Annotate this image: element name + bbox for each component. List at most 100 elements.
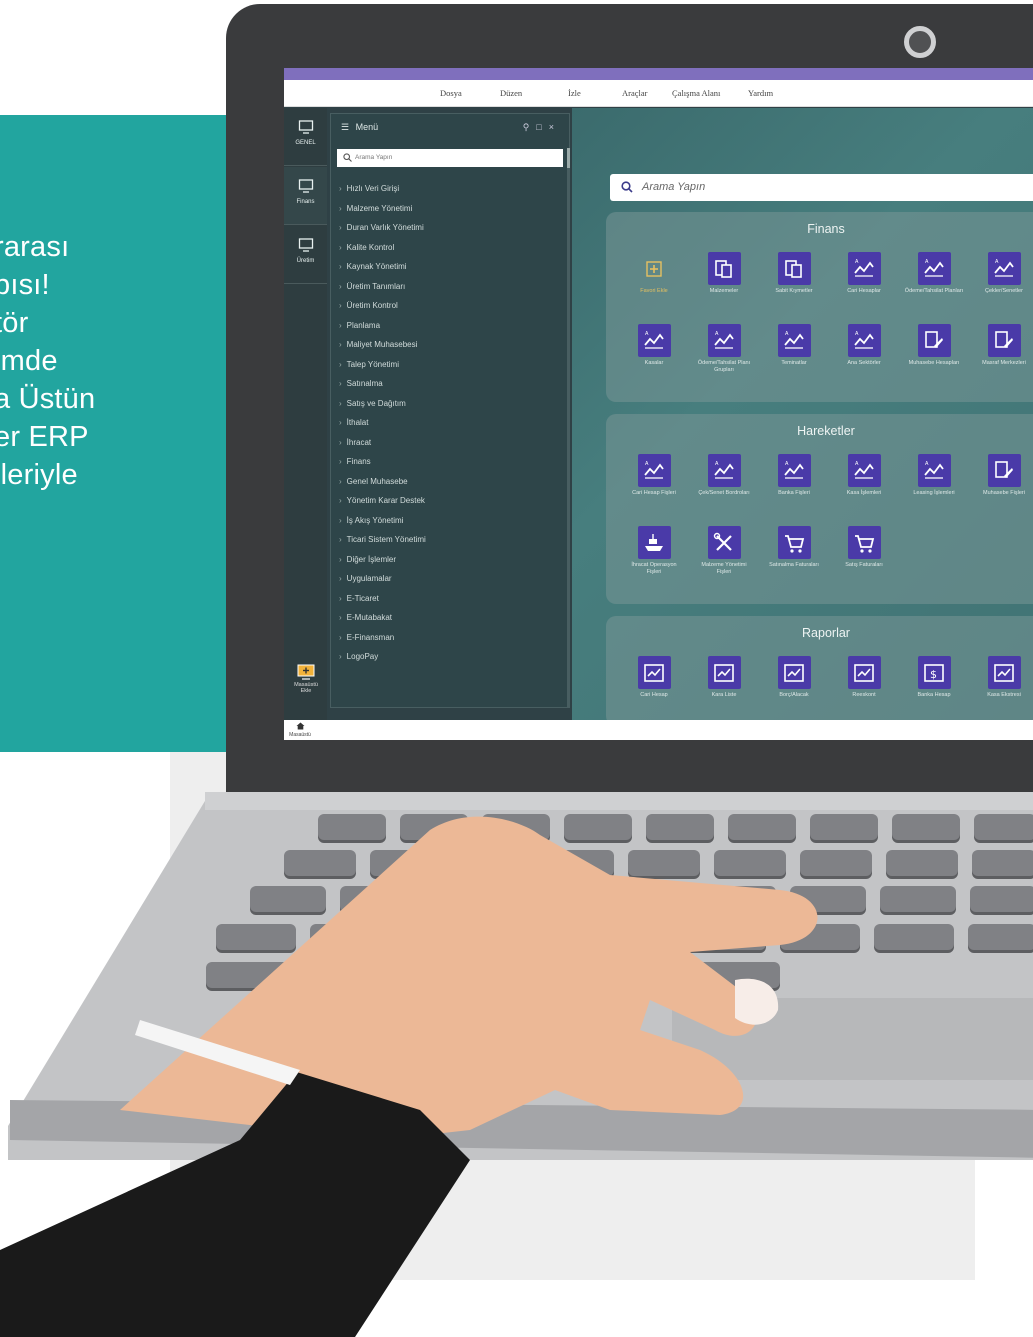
menu-dosya[interactable]: Dosya xyxy=(440,88,462,98)
app-tile[interactable]: Sabit Kıymetler xyxy=(764,252,824,295)
app-tile[interactable]: Cari Hesap xyxy=(624,656,684,699)
app-tile[interactable]: Malzemeler xyxy=(694,252,754,295)
menu-item[interactable]: › İş Akış Yönetimi xyxy=(339,511,554,531)
menu-item[interactable]: › Kalite Kontrol xyxy=(339,238,554,258)
svg-text:A: A xyxy=(645,331,649,337)
add-desktop-icon xyxy=(297,664,315,680)
tools-icon xyxy=(707,526,741,559)
panel-title: Hareketler xyxy=(797,424,855,438)
app-tile[interactable]: A Leasing İşlemleri xyxy=(904,454,964,497)
app-tile[interactable]: A Cari Hesaplar xyxy=(834,252,894,295)
menu-item[interactable]: › E-Mutabakat xyxy=(339,608,554,628)
menu-search-input[interactable]: Arama Yapın xyxy=(337,149,563,167)
hamburger-icon[interactable]: ☰ xyxy=(341,122,349,132)
chevron-right-icon: › xyxy=(339,632,342,642)
menu-item[interactable]: › Maliyet Muhasebesi xyxy=(339,335,554,355)
app-tile[interactable]: A Kasalar xyxy=(624,324,684,367)
menu-item[interactable]: › Ticari Sistem Yönetimi xyxy=(339,530,554,550)
app-tile[interactable]: Muhasebe Fişleri xyxy=(974,454,1033,497)
docs-icon xyxy=(707,252,741,285)
menu-item[interactable]: › Diğer İşlemler xyxy=(339,550,554,570)
menu-item[interactable]: › Planlama xyxy=(339,316,554,336)
menu-item[interactable]: › Kaynak Yönetimi xyxy=(339,257,554,277)
app-tile[interactable]: A Kasa İşlemleri xyxy=(834,454,894,497)
menu-item[interactable]: › LogoPay xyxy=(339,647,554,667)
svg-text:A: A xyxy=(785,331,789,337)
menu-item[interactable]: › Üretim Tanımları xyxy=(339,277,554,297)
menu-item[interactable]: › İhracat xyxy=(339,433,554,453)
chevron-right-icon: › xyxy=(339,554,342,564)
app-tile[interactable]: Favori Ekle xyxy=(624,252,684,295)
app-tile[interactable]: A Çekler/Senetler xyxy=(974,252,1033,295)
menu-item[interactable]: › Malzeme Yönetimi xyxy=(339,199,554,219)
close-icon[interactable]: × xyxy=(549,122,561,132)
app-tile[interactable]: Malzeme Yönetimi Fişleri xyxy=(694,526,754,575)
menu-yardim[interactable]: Yardım xyxy=(748,88,773,98)
menu-item[interactable]: › Satış ve Dağıtım xyxy=(339,394,554,414)
app-tile[interactable]: Borç/Alacak xyxy=(764,656,824,699)
menu-item[interactable]: › İthalat xyxy=(339,413,554,433)
desktop-search-input[interactable]: Arama Yapın xyxy=(610,174,1033,201)
menu-item[interactable]: › Duran Varlık Yönetimi xyxy=(339,218,554,238)
app-tile[interactable]: A Cari Hesap Fişleri xyxy=(624,454,684,497)
menu-duzen[interactable]: Düzen xyxy=(500,88,522,98)
menu-calisma-alani[interactable]: Çalışma Alanı xyxy=(672,88,720,98)
menu-item-label: Kalite Kontrol xyxy=(346,242,395,252)
menu-item-label: LogoPay xyxy=(346,652,379,661)
menu-scrollbar[interactable] xyxy=(567,148,570,708)
app-tile[interactable]: Satış Faturaları xyxy=(834,526,894,569)
maximize-icon[interactable]: □ xyxy=(536,122,548,132)
menu-item[interactable]: › Uygulamalar xyxy=(339,569,554,589)
chart-icon: A xyxy=(777,454,811,487)
nav-uretim[interactable]: Üretim xyxy=(284,226,327,284)
app-tile[interactable]: A Ana Sektörler xyxy=(834,324,894,367)
pin-icon[interactable]: ⚲ xyxy=(523,122,537,132)
app-tile[interactable]: A Teminatlar xyxy=(764,324,824,367)
app-tile[interactable]: $ Banka Hesap xyxy=(904,656,964,699)
app-tile[interactable]: A Ödeme/Tahsilat Planı Grupları xyxy=(694,324,754,373)
app-tile[interactable]: A Çek/Senet Bordroları xyxy=(694,454,754,497)
menu-item[interactable]: › E-Finansman xyxy=(339,628,554,648)
app-tile[interactable]: Masraf Merkezleri xyxy=(974,324,1033,367)
menu-item-label: Finans xyxy=(346,457,371,466)
menu-item[interactable]: › Satınalma xyxy=(339,374,554,394)
home-label: Masaüstü xyxy=(289,732,311,738)
menu-item[interactable]: › E-Ticaret xyxy=(339,589,554,609)
panel-hareketler: Hareketler A Cari Hesap Fişleri A Çek/Senet … xyxy=(606,414,1033,604)
menu-item[interactable]: › Talep Yönetimi xyxy=(339,355,554,375)
panel-title: Finans xyxy=(807,222,845,236)
app-tile-label: Çek/Senet Bordroları xyxy=(698,490,750,496)
menu-item[interactable]: › Finans xyxy=(339,452,554,472)
menu-araclar[interactable]: Araçlar xyxy=(622,88,647,98)
app-tile-label: Teminatlar xyxy=(781,360,807,366)
menu-item[interactable]: › Genel Muhasebe xyxy=(339,472,554,492)
menu-item-label: Talep Yönetimi xyxy=(346,359,399,369)
home-button[interactable]: Masaüstü xyxy=(286,722,314,738)
menu-item[interactable]: › Hızlı Veri Girişi xyxy=(339,179,554,199)
menu-izle[interactable]: İzle xyxy=(568,88,581,98)
scroll-thumb[interactable] xyxy=(567,148,570,168)
chevron-right-icon: › xyxy=(339,340,342,349)
add-desktop-button[interactable]: Masaüstü Ekle xyxy=(288,664,324,714)
nav-finans[interactable]: Finans xyxy=(284,167,327,225)
app-tile-label: Banka Fişleri xyxy=(778,490,810,496)
menu-item[interactable]: › Yönetim Karar Destek xyxy=(339,491,554,511)
cart-icon xyxy=(847,526,881,559)
app-tile[interactable]: Reeskont xyxy=(834,656,894,699)
app-tile[interactable]: A Ödeme/Tahsilat Planları xyxy=(904,252,964,295)
chevron-right-icon: › xyxy=(339,242,342,252)
app-tile[interactable]: Satınalma Faturaları xyxy=(764,526,824,569)
app-tile[interactable]: Kara Liste xyxy=(694,656,754,699)
app-tile-label: Borç/Alacak xyxy=(779,692,809,698)
chevron-right-icon: › xyxy=(339,652,342,661)
chevron-right-icon: › xyxy=(339,437,342,447)
money-icon: $ xyxy=(917,656,951,689)
chart-icon: A xyxy=(987,252,1021,285)
nav-genel[interactable]: GENEL xyxy=(284,108,327,166)
panel-finans: Finans Favori Ekle Malzemeler Sabit Kıymetl… xyxy=(606,212,1033,402)
app-tile[interactable]: A Banka Fişleri xyxy=(764,454,824,497)
app-tile[interactable]: İhracat Operasyon Fişleri xyxy=(624,526,684,575)
app-tile[interactable]: Muhasebe Hesapları xyxy=(904,324,964,367)
menu-item[interactable]: › Üretim Kontrol xyxy=(339,296,554,316)
app-tile[interactable]: Kasa Ekstresi xyxy=(974,656,1033,699)
